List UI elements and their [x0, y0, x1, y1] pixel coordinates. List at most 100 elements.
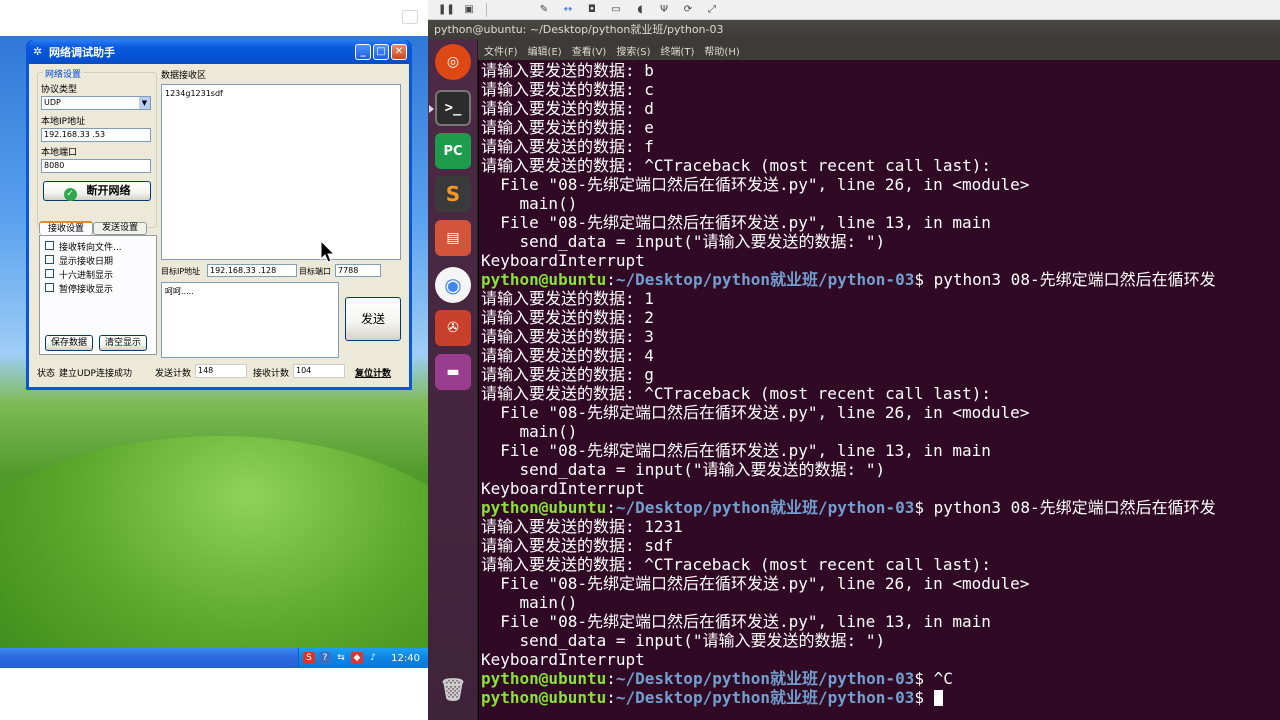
protocol-select[interactable]: UDP ▼ [41, 96, 151, 110]
help-icon[interactable]: ? [319, 652, 331, 664]
prompt-path: ~/Desktop/python就业班/python-03 [615, 498, 915, 517]
prompt-user: python@ubuntu [481, 498, 607, 517]
menu-help[interactable]: 帮助(H) [704, 43, 739, 58]
protocol-value: UDP [44, 98, 61, 107]
menu-view[interactable]: 查看(V) [572, 43, 607, 58]
usb-icon[interactable]: Ψ [657, 3, 671, 16]
option-label-2: 显示接收日期 [59, 257, 114, 267]
menu-edit[interactable]: 编辑(E) [528, 43, 562, 58]
send-button[interactable]: 发送 [345, 297, 401, 341]
prompt-path: ~/Desktop/python就业班/python-03 [615, 669, 915, 688]
terminal-icon[interactable]: >_ [435, 90, 471, 126]
status-label: 状态 [37, 369, 56, 379]
target-port-input[interactable]: 7788 [335, 264, 381, 277]
sublime-text-icon[interactable]: S [435, 176, 471, 212]
terminal-line: 请输入要发送的数据: 4 [481, 346, 654, 365]
network-adapter-icon[interactable]: ↔ [561, 3, 575, 16]
files-icon[interactable]: ▤ [435, 220, 471, 256]
window-title: 网络调试助手 [49, 46, 115, 59]
trash-icon[interactable]: 🗑 [435, 672, 471, 708]
maximize-button[interactable]: □ [373, 44, 389, 60]
terminal-line: File "08-先绑定端口然后在循环发送.py", line 13, in m… [481, 213, 991, 232]
pycharm-icon[interactable]: PC [435, 133, 471, 169]
folder-icon[interactable]: ▭ [609, 3, 623, 16]
netassist-client: 网络设置 协议类型 UDP ▼ 本地IP地址 192.168.33 .53 本地… [29, 64, 409, 387]
option-checkbox-3[interactable] [45, 269, 54, 278]
disconnect-label: 断开网络 [86, 184, 131, 197]
option-checkbox-2[interactable] [45, 255, 54, 264]
terminal-line: main() [481, 593, 578, 612]
menu-terminal[interactable]: 终端(T) [661, 43, 695, 58]
terminal-line: main() [481, 194, 578, 213]
terminal-line: 请输入要发送的数据: 1 [481, 289, 654, 308]
recv-count-value: 104 [293, 364, 345, 378]
screenshot-icon[interactable]: ▣ [462, 3, 476, 16]
security-icon[interactable]: ◆ [351, 652, 363, 664]
ubuntu-dash-icon[interactable]: ◎ [435, 44, 471, 80]
workspace-switcher-icon[interactable]: ▬ [435, 354, 471, 390]
netassist-titlebar[interactable]: ✲ 网络调试助手 _ □ ✕ [29, 40, 409, 64]
prompt-path: ~/Desktop/python就业班/python-03 [615, 688, 915, 707]
prompt-command: python3 08-先绑定端口然后在循环发 [923, 270, 1216, 289]
terminal-output[interactable]: 请输入要发送的数据: b 请输入要发送的数据: c 请输入要发送的数据: d 请输入要… [479, 60, 1280, 720]
netassist-window: ✲ 网络调试助手 _ □ ✕ 网络设置 协议类型 UDP ▼ 本地IP地址 19… [26, 40, 412, 390]
terminal-menubar: 文件(F) 编辑(E) 查看(V) 搜索(S) 终端(T) 帮助(H) [478, 40, 1280, 60]
local-port-input[interactable]: 8080 [41, 159, 151, 173]
tab-receive-label: 接收设置 [47, 224, 84, 234]
settings-icon[interactable]: ✎ [537, 3, 551, 16]
menu-file[interactable]: 文件(F) [484, 43, 518, 58]
disconnect-button[interactable]: ✓ 断开网络 [43, 181, 151, 201]
terminal-line: File "08-先绑定端口然后在循环发送.py", line 26, in <… [481, 574, 1030, 593]
network-settings-label: 网络设置 [43, 67, 84, 80]
save-data-button[interactable]: 保存数据 [45, 335, 93, 351]
target-ip-input[interactable]: 192.168.33 .128 [207, 264, 297, 277]
terminal-prompt-line: python@ubuntu:~/Desktop/python就业班/python… [481, 688, 1280, 707]
terminal-line: File "08-先绑定端口然后在循环发送.py", line 13, in m… [481, 612, 991, 631]
terminal-line: 请输入要发送的数据: d [481, 99, 654, 118]
reset-count-link[interactable]: 复位计数 [355, 366, 391, 379]
volume-icon[interactable]: ♪ [367, 652, 379, 664]
option-checkbox-4[interactable] [45, 283, 54, 292]
camera-icon[interactable]: ◘ [585, 3, 599, 16]
chrome-icon[interactable]: ◉ [435, 267, 471, 303]
prompt-user: python@ubuntu [481, 688, 607, 707]
mouse-pointer-icon [320, 240, 336, 263]
target-ip-label: 目标IP地址 [161, 267, 201, 276]
pause-icon[interactable]: ❚❚ [438, 3, 455, 16]
terminal-line: send_data = input("请输入要发送的数据: ") [481, 232, 886, 251]
sogou-icon[interactable]: S [303, 652, 315, 664]
tab-send-settings[interactable]: 发送设置 [93, 222, 147, 235]
tab-receive-settings[interactable]: 接收设置 [39, 221, 93, 235]
option-checkbox-1[interactable] [45, 241, 54, 250]
minimize-button[interactable]: _ [355, 44, 371, 60]
prompt-user: python@ubuntu [481, 669, 607, 688]
restore-icon[interactable] [402, 10, 418, 24]
sync-icon[interactable]: ⟳ [681, 3, 695, 16]
audio-icon[interactable]: ◖ [633, 3, 647, 16]
active-indicator [429, 105, 434, 113]
send-area[interactable]: 呵呵..... [161, 282, 339, 358]
close-button[interactable]: ✕ [391, 44, 407, 60]
system-settings-icon[interactable]: ✇ [435, 310, 471, 346]
network-icon[interactable]: ⇆ [335, 652, 347, 664]
check-circle-icon: ✓ [63, 188, 77, 201]
menu-search[interactable]: 搜索(S) [616, 43, 650, 58]
prompt-dollar: $ [914, 270, 924, 289]
receive-area[interactable]: 1234g1231sdf [161, 84, 401, 260]
fullscreen-icon[interactable]: ⤢ [705, 3, 719, 16]
chevron-down-icon[interactable]: ▼ [139, 97, 150, 109]
terminal-line: File "08-先绑定端口然后在循环发送.py", line 13, in m… [481, 441, 991, 460]
xp-taskbar: S ? ⇆ ◆ ♪ 12:40 [0, 648, 428, 668]
clear-display-button[interactable]: 清空显示 [99, 335, 147, 351]
vm-top-strip [0, 0, 428, 36]
terminal-cursor [933, 690, 943, 706]
terminal-titlebar[interactable]: python@ubuntu: ~/Desktop/python就业班/pytho… [428, 20, 1280, 40]
local-ip-label: 本地IP地址 [41, 117, 86, 127]
terminal-line: 请输入要发送的数据: f [481, 137, 654, 156]
toolbar-separator [486, 2, 487, 17]
prompt-path: ~/Desktop/python就业班/python-03 [615, 270, 915, 289]
prompt-command: python3 08-先绑定端口然后在循环发 [923, 498, 1216, 517]
local-ip-input[interactable]: 192.168.33 .53 [41, 128, 151, 142]
terminal-line: File "08-先绑定端口然后在循环发送.py", line 26, in <… [481, 403, 1030, 422]
terminal-line: 请输入要发送的数据: sdf [481, 536, 674, 555]
